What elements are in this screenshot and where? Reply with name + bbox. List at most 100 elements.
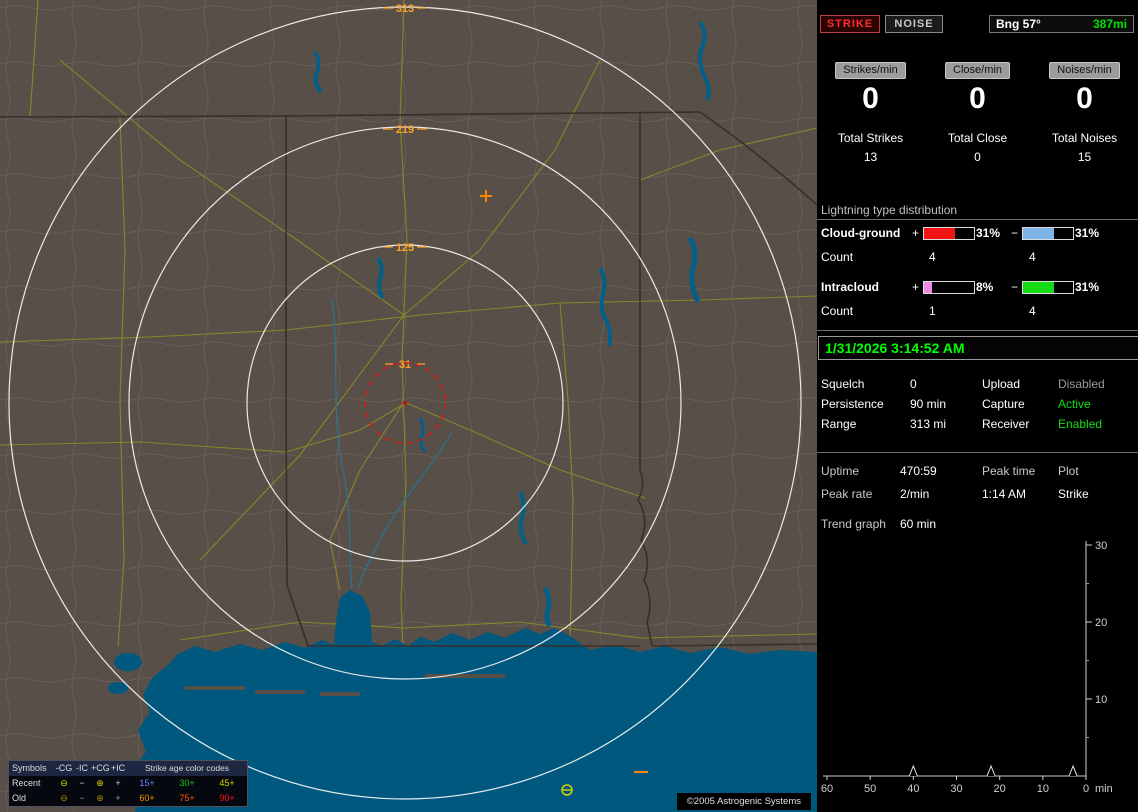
- trend-graph: 30 20 10 60 50 40 30 20 10 0 min: [821, 540, 1113, 795]
- uptime-value: 470:59: [900, 464, 937, 478]
- ring-label-219: 219: [396, 124, 414, 136]
- legend-symbols-header: Symbols: [9, 761, 55, 776]
- divider: [817, 330, 1138, 331]
- neg-cg-old-icon: ⊖: [60, 793, 68, 803]
- ic-minus-pct: 31%: [1075, 280, 1100, 294]
- total-strikes-value: 13: [863, 150, 878, 164]
- trend-graph-label: Trend graph: [821, 517, 886, 531]
- divider: [817, 219, 1138, 220]
- age-code-75: 75+: [179, 793, 195, 803]
- svg-text:30: 30: [1095, 540, 1107, 552]
- lightning-map[interactable]: 313 219 125 31 Symbols -CG -IC +CG +IC S…: [0, 0, 817, 812]
- svg-text:30: 30: [950, 783, 962, 795]
- map-legend: Symbols -CG -IC +CG +IC Strike age color…: [8, 760, 248, 807]
- legend-col-neg-ic: -IC: [73, 761, 91, 776]
- receiver-label: Receiver: [982, 417, 1030, 431]
- total-noises-value: 15: [1077, 150, 1092, 164]
- age-code-60: 60+: [139, 793, 155, 803]
- legend-col-pos-cg: +CG: [91, 761, 110, 776]
- ic-count-label: Count: [821, 304, 854, 318]
- bearing-label: Bng 57°: [996, 17, 1041, 31]
- cg-plus-count: 4: [929, 250, 936, 264]
- ic-minus-bar: [1022, 281, 1074, 294]
- legend-col-pos-ic: +IC: [109, 761, 127, 776]
- peak-time-value: 1:14 AM: [982, 487, 1027, 501]
- cg-minus-sign: −: [1011, 226, 1019, 240]
- cloud-ground-label: Cloud-ground: [821, 226, 901, 240]
- map-canvas: 313 219 125 31: [0, 0, 817, 812]
- noises-per-min-value: 0: [1076, 82, 1093, 115]
- ring-label-31: 31: [399, 359, 411, 371]
- close-per-min-button[interactable]: Close/min: [945, 62, 1010, 79]
- total-close-value: 0: [974, 150, 981, 164]
- total-noises-label: Total Noises: [1051, 131, 1118, 145]
- app: { "map": { "ring_labels": ["313", "219",…: [0, 0, 1138, 812]
- svg-text:0: 0: [1083, 783, 1089, 795]
- legend-col-neg-cg: -CG: [55, 761, 73, 776]
- legend-row-recent-label: Recent: [12, 778, 41, 788]
- svg-text:40: 40: [907, 783, 919, 795]
- range-label: Range: [821, 417, 857, 431]
- persistence-label: Persistence: [821, 397, 884, 411]
- cg-minus-count: 4: [1029, 250, 1036, 264]
- receiver-location-dot: [403, 401, 407, 405]
- peak-rate-label: Peak rate: [821, 487, 873, 501]
- cg-count-label: Count: [821, 250, 854, 264]
- total-close-label: Total Close: [947, 131, 1008, 145]
- pos-ic-old-icon: +: [115, 793, 121, 803]
- legend-age-header: Strike age color codes: [127, 761, 247, 776]
- pos-cg-old-icon: ⊕: [96, 793, 104, 803]
- peak-rate-value: 2/min: [900, 487, 930, 501]
- status-sidebar: STRIKE NOISE Bng 57° 387mi Strikes/min C…: [817, 0, 1138, 812]
- svg-text:10: 10: [1037, 783, 1049, 795]
- cg-plus-bar: [923, 227, 975, 240]
- upload-label: Upload: [982, 377, 1021, 391]
- plot-label: Plot: [1058, 464, 1079, 478]
- neg-ic-recent-icon: −: [79, 778, 85, 788]
- close-per-min-value: 0: [969, 82, 986, 115]
- squelch-value: 0: [910, 377, 917, 391]
- trend-window-value: 60 min: [900, 517, 937, 531]
- legend-row-old-label: Old: [12, 793, 27, 803]
- intracloud-label: Intracloud: [821, 280, 880, 294]
- strike-toggle-button[interactable]: STRIKE: [820, 15, 880, 33]
- total-strikes-label: Total Strikes: [837, 131, 904, 145]
- svg-text:10: 10: [1095, 694, 1107, 706]
- ic-plus-count: 1: [929, 304, 936, 318]
- age-code-15: 15+: [139, 778, 155, 788]
- age-code-45: 45+: [219, 778, 235, 788]
- ic-minus-sign: −: [1011, 280, 1019, 294]
- capture-label: Capture: [982, 397, 1025, 411]
- copyright-notice: ©2005 Astrogenic Systems: [676, 793, 811, 810]
- cg-minus-pct: 31%: [1075, 226, 1100, 240]
- uptime-label: Uptime: [821, 464, 860, 478]
- svg-text:20: 20: [1095, 617, 1107, 629]
- squelch-label: Squelch: [821, 377, 865, 391]
- pos-ic-recent-icon: +: [115, 778, 121, 788]
- ic-plus-sign: +: [912, 280, 920, 294]
- age-code-90: 90+: [219, 793, 235, 803]
- svg-text:60: 60: [821, 783, 833, 795]
- ic-plus-pct: 8%: [976, 280, 994, 294]
- ring-label-313: 313: [396, 3, 414, 15]
- ring-label-125: 125: [396, 242, 414, 254]
- svg-text:20: 20: [994, 783, 1006, 795]
- cg-plus-sign: +: [912, 226, 920, 240]
- persistence-value: 90 min: [910, 397, 947, 411]
- ic-plus-bar: [923, 281, 975, 294]
- plot-value: Strike: [1058, 487, 1089, 501]
- noises-per-min-button[interactable]: Noises/min: [1049, 62, 1120, 79]
- bearing-readout: Bng 57° 387mi: [989, 15, 1134, 33]
- age-code-30: 30+: [179, 778, 195, 788]
- pos-cg-recent-icon: ⊕: [96, 778, 104, 788]
- strikes-per-min-button[interactable]: Strikes/min: [835, 62, 906, 79]
- svg-text:50: 50: [864, 783, 876, 795]
- capture-status: Active: [1058, 397, 1091, 411]
- neg-cg-recent-icon: ⊖: [60, 778, 68, 788]
- bearing-distance: 387mi: [1092, 17, 1127, 31]
- noise-toggle-button[interactable]: NOISE: [885, 15, 943, 33]
- cg-plus-pct: 31%: [976, 226, 1001, 240]
- svg-text:min: min: [1095, 783, 1113, 795]
- neg-ic-old-icon: −: [79, 793, 85, 803]
- trend-plot: 30 20 10 60 50 40 30 20 10 0 min: [821, 540, 1113, 795]
